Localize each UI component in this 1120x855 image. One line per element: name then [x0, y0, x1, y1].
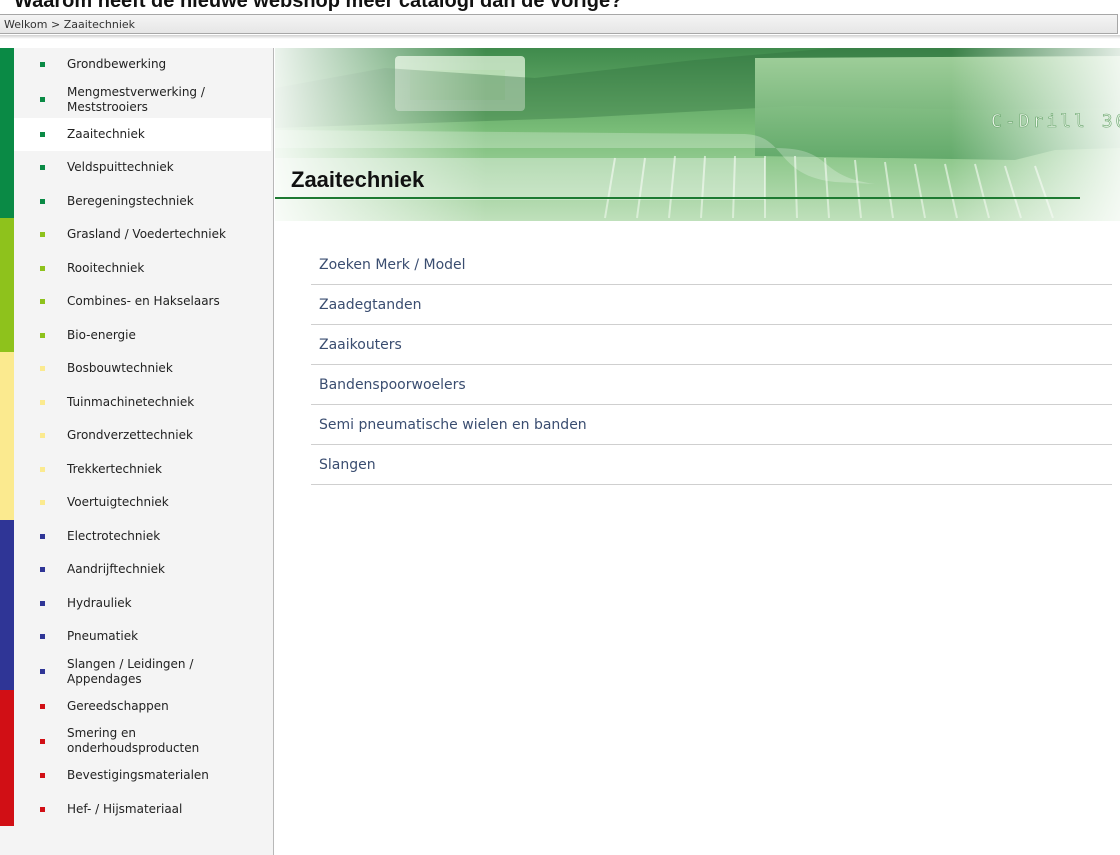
sidebar-item-grondverzettechniek[interactable]: Grondverzettechniek — [14, 419, 271, 453]
sidebar-item-label: Smering en onderhoudsproducten — [67, 726, 200, 755]
sidebar-group: Gereedschappen Smering en onderhoudsprodu… — [0, 689, 273, 827]
sidebar-item-label: Grasland / Voedertechniek — [67, 227, 226, 242]
sidebar-group: Grasland / Voedertechniek Rooitechniek Com… — [0, 218, 273, 352]
bullet-icon — [40, 600, 45, 606]
group-color-bar — [0, 352, 14, 520]
sidebar-item-grasland-voedertechniek[interactable]: Grasland / Voedertechniek — [14, 218, 271, 252]
breadcrumb: Welkom > Zaaitechniek — [0, 14, 1118, 34]
bullet-icon — [40, 669, 45, 674]
bullet-icon — [40, 533, 45, 539]
link-zoeken-merk-model[interactable]: Zoeken Merk / Model — [311, 245, 1112, 285]
hero-image: C-Drill 3000 Zaaitechniek — [275, 48, 1120, 221]
sidebar-item-label: Grondverzettechniek — [67, 428, 193, 443]
machine-label: C-Drill 3000 — [991, 111, 1120, 132]
bullet-icon — [40, 265, 45, 271]
sidebar-item-gereedschappen[interactable]: Gereedschappen — [14, 690, 271, 724]
sidebar-item-electrotechniek[interactable]: Electrotechniek — [14, 520, 271, 554]
sidebar-item-label: Hef- / Hijsmateriaal — [67, 801, 183, 816]
sidebar-item-hydrauliek[interactable]: Hydrauliek — [14, 587, 271, 621]
link-zaaikouters[interactable]: Zaaikouters — [311, 325, 1112, 365]
bullet-icon — [40, 806, 45, 812]
bullet-icon — [40, 703, 45, 709]
bullet-icon — [40, 62, 45, 68]
bullet-icon — [40, 738, 45, 744]
hero-title: Zaaitechniek — [291, 167, 425, 192]
sidebar-item-label: Trekkertechniek — [67, 461, 162, 476]
sidebar-item-label: Bevestigingsmaterialen — [67, 768, 209, 783]
sidebar-item-hef-hijsmateriaal[interactable]: Hef- / Hijsmateriaal — [14, 793, 271, 827]
sidebar-item-label: Voertuigtechniek — [67, 495, 169, 510]
page-caption: Waarom heeft de nieuwe webshop meer cata… — [14, 0, 623, 12]
sidebar-item-tuinmachinetechniek[interactable]: Tuinmachinetechniek — [14, 386, 271, 420]
bullet-icon — [40, 97, 45, 102]
breadcrumb-shadow — [0, 35, 1120, 39]
sidebar-item-zaaitechniek[interactable]: Zaaitechniek — [14, 117, 271, 151]
link-zaadegtanden[interactable]: Zaadegtanden — [311, 285, 1112, 325]
bullet-icon — [40, 773, 45, 779]
bullet-icon — [40, 433, 45, 439]
hero-banner: C-Drill 3000 Zaaitechniek — [275, 48, 1120, 221]
sidebar-item-label: Gereedschappen — [67, 698, 169, 713]
sidebar-item-label: Electrotechniek — [67, 528, 161, 543]
sidebar-item-label: Aandrijftechniek — [67, 562, 165, 577]
sidebar-item-label: Grondbewerking — [67, 57, 167, 72]
sidebar-group: Electrotechniek Aandrijftechniek Hydraulie… — [0, 519, 273, 690]
sidebar-item-label: Tuinmachinetechniek — [67, 394, 195, 409]
sidebar-group: Bosbouwtechniek Tuinmachinetechniek Grondv… — [0, 352, 273, 520]
sidebar-item-label: Pneumatiek — [67, 629, 139, 644]
link-bandenspoorwoelers[interactable]: Bandenspoorwoelers — [311, 365, 1112, 405]
bullet-icon — [40, 567, 45, 573]
sidebar-item-bosbouwtechniek[interactable]: Bosbouwtechniek — [14, 352, 271, 386]
sidebar-item-label: Bosbouwtechniek — [67, 361, 173, 376]
bullet-icon — [40, 299, 45, 305]
sidebar-item-bio-energie[interactable]: Bio-energie — [14, 319, 271, 353]
sidebar-item-label: Slangen / Leidingen / Appendages — [67, 656, 194, 686]
sidebar-item-label: Veldspuittechniek — [67, 160, 174, 175]
link-semi-pneumatische-wielen-en-banden[interactable]: Semi pneumatische wielen en banden — [311, 405, 1112, 445]
bullet-icon — [40, 500, 45, 506]
group-color-bar — [0, 689, 14, 826]
sidebar-item-beregeningstechniek[interactable]: Beregeningstechniek — [14, 185, 271, 219]
sidebar-item-slangen-leidingen-appendages[interactable]: Slangen / Leidingen / Appendages — [14, 654, 271, 690]
sidebar-item-combines-en-hakselaars[interactable]: Combines- en Hakselaars — [14, 285, 271, 319]
sidebar-item-label: Beregeningstechniek — [67, 193, 194, 208]
subcategory-list: Zoeken Merk / Model Zaadegtanden Zaaikoute… — [311, 245, 1112, 485]
sidebar-group: Grondbewerking Mengmestverwerking / Mests… — [0, 48, 273, 218]
bullet-icon — [40, 332, 45, 338]
link-slangen[interactable]: Slangen — [311, 445, 1112, 485]
group-color-bar — [0, 48, 14, 218]
sidebar-item-grondbewerking[interactable]: Grondbewerking — [14, 48, 271, 82]
bullet-icon — [40, 165, 45, 171]
bullet-icon — [40, 634, 45, 640]
sidebar-item-label: Combines- en Hakselaars — [67, 294, 220, 309]
sidebar-item-label: Rooitechniek — [67, 260, 145, 275]
sidebar-item-veldspuittechniek[interactable]: Veldspuittechniek — [14, 151, 271, 185]
sidebar-item-pneumatiek[interactable]: Pneumatiek — [14, 620, 271, 654]
category-sidebar: Grondbewerking Mengmestverwerking / Mests… — [0, 48, 274, 855]
sidebar-item-mengmestverwerking-meststrooiers[interactable]: Mengmestverwerking / Meststrooiers — [14, 82, 271, 118]
bullet-icon — [40, 232, 45, 238]
sidebar-item-label: Zaaitechniek — [67, 126, 145, 141]
sidebar-item-label: Bio-energie — [67, 327, 136, 342]
sidebar-item-label: Hydrauliek — [67, 595, 132, 610]
bullet-icon — [40, 131, 45, 137]
bullet-icon — [40, 399, 45, 405]
bullet-icon — [40, 366, 45, 372]
group-color-bar — [0, 519, 14, 690]
group-color-bar — [0, 218, 14, 352]
sidebar-item-aandrijftechniek[interactable]: Aandrijftechniek — [14, 553, 271, 587]
sidebar-item-label: Mengmestverwerking / Meststrooiers — [67, 84, 205, 114]
bullet-icon — [40, 198, 45, 204]
sidebar-item-smering-en-onderhoudsproducten[interactable]: Smering en onderhoudsproducten — [14, 723, 271, 759]
sidebar-item-bevestigingsmaterialen[interactable]: Bevestigingsmaterialen — [14, 759, 271, 793]
sidebar-item-trekkertechniek[interactable]: Trekkertechniek — [14, 453, 271, 487]
sidebar-item-voertuigtechniek[interactable]: Voertuigtechniek — [14, 486, 271, 520]
sidebar-item-rooitechniek[interactable]: Rooitechniek — [14, 252, 271, 286]
bullet-icon — [40, 466, 45, 472]
